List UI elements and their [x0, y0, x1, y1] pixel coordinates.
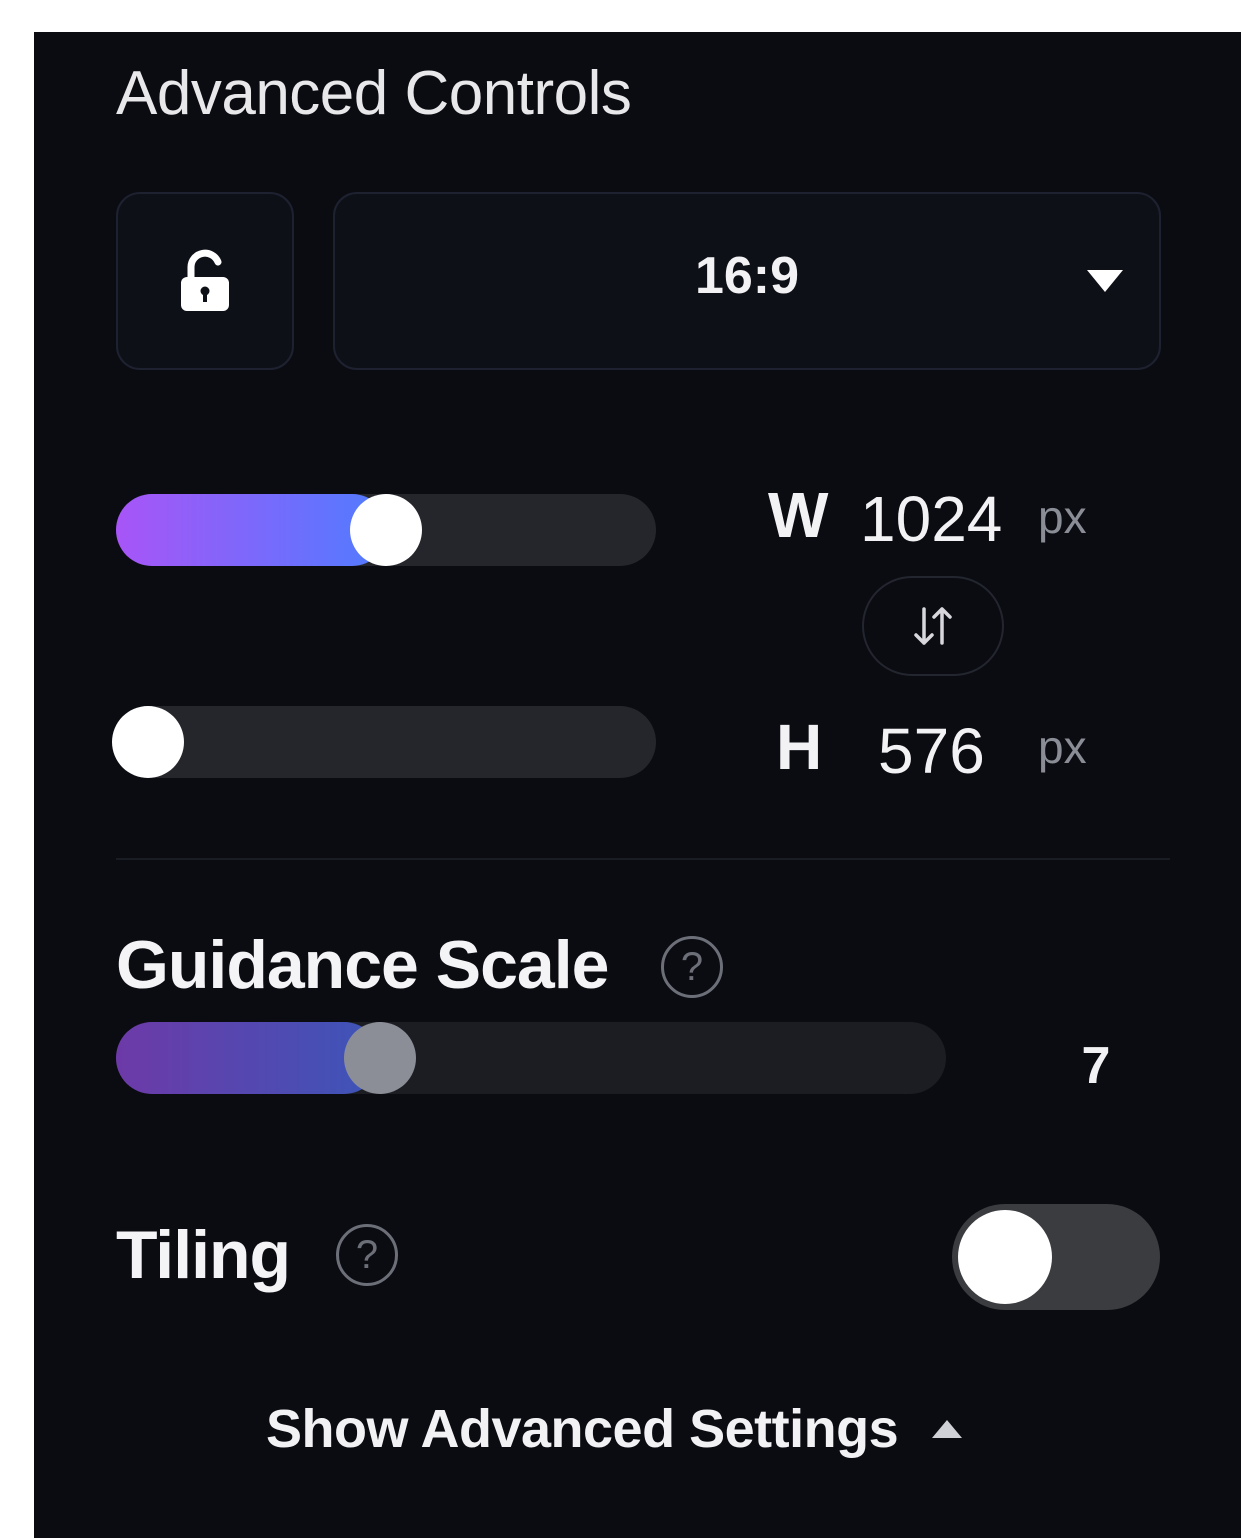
- tiling-label: Tiling: [116, 1217, 291, 1293]
- height-label: H: [776, 711, 823, 783]
- show-advanced-settings-button[interactable]: Show Advanced Settings: [266, 1398, 963, 1460]
- width-slider-handle[interactable]: [350, 494, 422, 566]
- height-slider[interactable]: [112, 706, 656, 778]
- width-label: W: [768, 479, 829, 551]
- width-unit: px: [1038, 491, 1087, 543]
- height-slider-handle[interactable]: [112, 706, 184, 778]
- unlocked-padlock-icon: [181, 249, 229, 311]
- width-slider-fill: [116, 494, 388, 566]
- caret-down-icon: [1087, 270, 1123, 292]
- guidance-scale-slider[interactable]: [116, 1022, 946, 1094]
- guidance-help-icon[interactable]: ?: [661, 936, 723, 998]
- panel-title: Advanced Controls: [116, 59, 632, 128]
- section-divider: [116, 858, 1170, 860]
- guidance-slider-fill: [116, 1022, 380, 1094]
- advanced-controls-panel: Advanced Controls 16:9 W 1024 px H 576 p…: [34, 32, 1241, 1538]
- aspect-ratio-select[interactable]: 16:9: [333, 192, 1161, 370]
- swap-dimensions-button[interactable]: [862, 576, 1004, 676]
- aspect-lock-button[interactable]: [116, 192, 294, 370]
- screenshot-frame: Advanced Controls 16:9 W 1024 px H 576 p…: [0, 0, 1241, 1538]
- aspect-ratio-value: 16:9: [694, 247, 800, 305]
- show-advanced-settings-label: Show Advanced Settings: [266, 1399, 899, 1459]
- width-slider[interactable]: [116, 494, 656, 566]
- caret-up-icon: [932, 1420, 963, 1438]
- guidance-slider-handle[interactable]: [344, 1022, 416, 1094]
- tiling-toggle[interactable]: [952, 1204, 1160, 1310]
- tiling-toggle-knob: [958, 1210, 1052, 1304]
- tiling-help-icon[interactable]: ?: [336, 1224, 398, 1286]
- width-value[interactable]: 1024: [860, 482, 1002, 556]
- guidance-scale-value[interactable]: 7: [1056, 1036, 1136, 1096]
- height-value[interactable]: 576: [878, 714, 985, 788]
- swap-vertical-arrows-icon: [914, 607, 952, 645]
- guidance-scale-label: Guidance Scale: [116, 927, 609, 1003]
- height-unit: px: [1038, 721, 1087, 773]
